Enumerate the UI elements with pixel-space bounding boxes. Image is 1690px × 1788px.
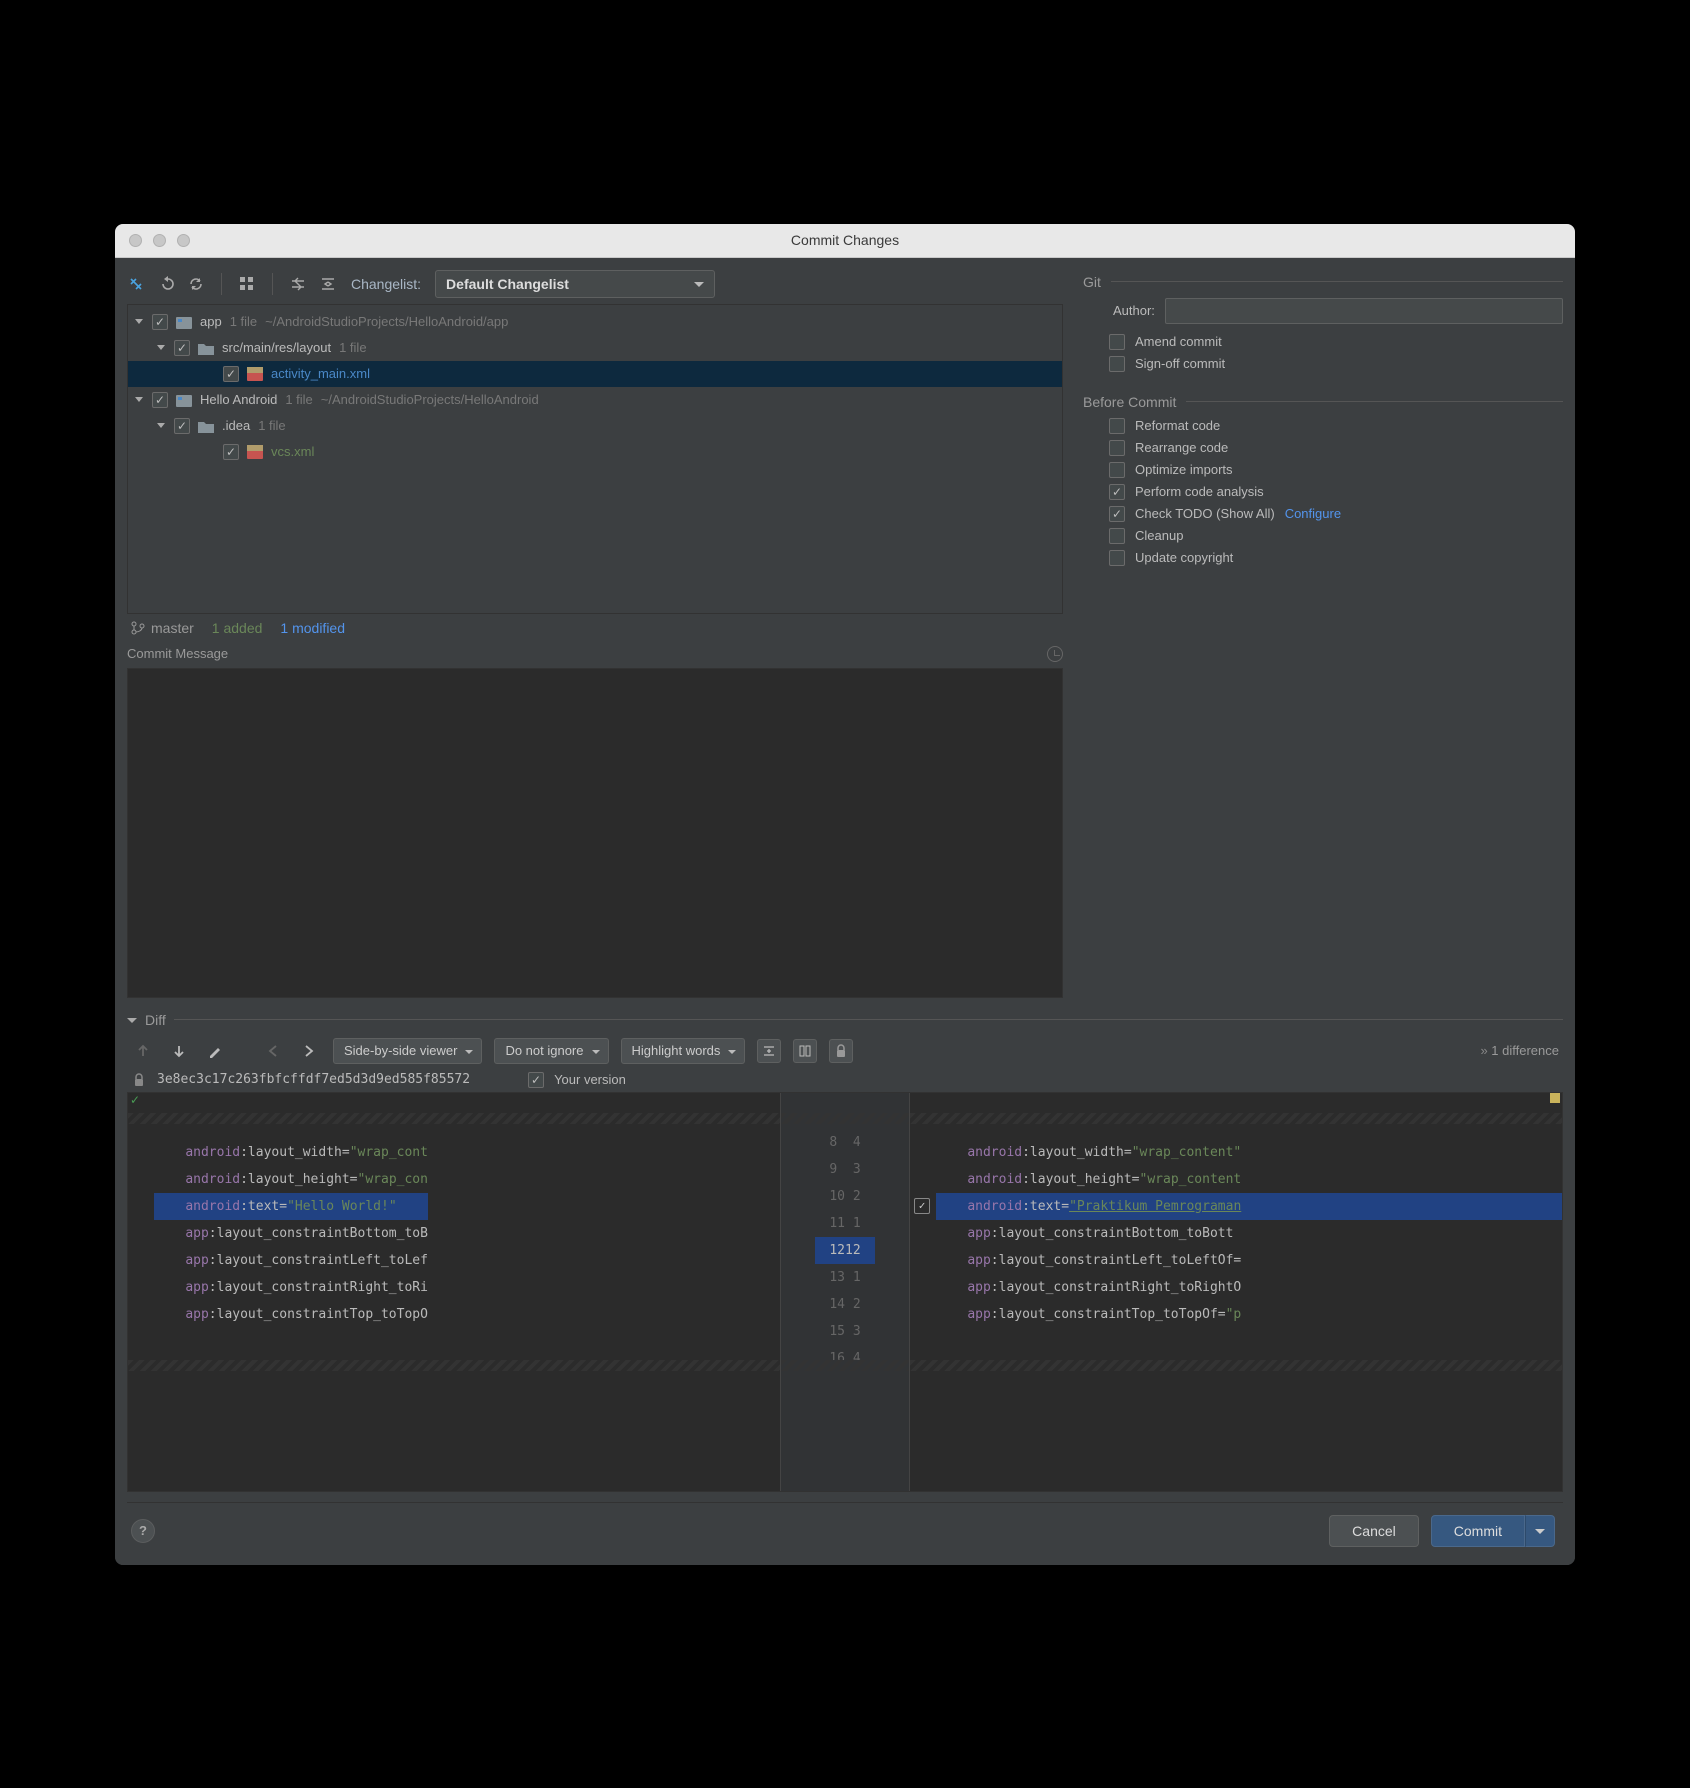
tree-node-idea[interactable]: .idea 1 file <box>128 413 1062 439</box>
tree-node-vcs[interactable]: vcs.xml <box>128 439 1062 465</box>
cancel-button[interactable]: Cancel <box>1329 1515 1419 1547</box>
prev-diff-icon[interactable] <box>131 1039 155 1063</box>
branch-indicator[interactable]: master <box>131 620 194 636</box>
checkbox[interactable] <box>152 392 168 408</box>
revert-icon[interactable] <box>157 275 175 293</box>
lock-icon[interactable] <box>829 1039 853 1063</box>
commit-dropdown-button[interactable] <box>1525 1515 1555 1547</box>
edit-icon[interactable] <box>203 1039 227 1063</box>
ignore-combo[interactable]: Do not ignore <box>494 1038 608 1064</box>
commit-message-textarea[interactable] <box>127 668 1063 998</box>
branch-status-bar: master 1 added 1 modified <box>127 614 1063 646</box>
changelist-combo[interactable]: Default Changelist <box>435 270 715 298</box>
added-count: 1 added <box>212 620 263 636</box>
back-icon[interactable] <box>261 1039 285 1063</box>
changelist-label: Changelist: <box>351 276 421 292</box>
folder-icon <box>198 419 214 433</box>
rearrange-checkbox[interactable] <box>1109 440 1125 456</box>
forward-icon[interactable] <box>297 1039 321 1063</box>
tree-node-app[interactable]: app 1 file ~/AndroidStudioProjects/Hello… <box>128 309 1062 335</box>
include-change-checkbox[interactable] <box>528 1072 544 1088</box>
refresh-icon[interactable] <box>187 275 205 293</box>
diff-count: 1 difference <box>1480 1043 1559 1058</box>
tree-node-activity-main[interactable]: activity_main.xml <box>128 361 1062 387</box>
tree-node-layout[interactable]: src/main/res/layout 1 file <box>128 335 1062 361</box>
modified-count: 1 modified <box>280 620 345 636</box>
commit-message-label: Commit Message <box>127 646 228 661</box>
checkbox[interactable] <box>223 366 239 382</box>
xml-file-icon <box>247 445 263 459</box>
next-diff-icon[interactable] <box>167 1039 191 1063</box>
readonly-lock-icon <box>133 1073 147 1087</box>
checkbox[interactable] <box>174 340 190 356</box>
diff-line-numbers: 84931021111212131142153164 <box>780 1093 910 1491</box>
module-icon <box>176 393 192 407</box>
highlight-combo[interactable]: Highlight words <box>621 1038 746 1064</box>
todo-checkbox[interactable] <box>1109 506 1125 522</box>
revision-hash: 3e8ec3c17c263fbfcffdf7ed5d3d9ed585f85572 <box>157 1072 470 1087</box>
analysis-checkbox[interactable] <box>1109 484 1125 500</box>
viewer-combo[interactable]: Side-by-side viewer <box>333 1038 482 1064</box>
git-section-label: Git <box>1083 274 1101 290</box>
checkbox[interactable] <box>174 418 190 434</box>
expand-all-icon[interactable] <box>289 275 307 293</box>
collapse-all-icon[interactable] <box>319 275 337 293</box>
diff-label: Diff <box>145 1012 166 1028</box>
changes-tree[interactable]: app 1 file ~/AndroidStudioProjects/Hello… <box>127 304 1063 614</box>
reformat-checkbox[interactable] <box>1109 418 1125 434</box>
diff-right-pane[interactable]: android:layout_width="wrap_content" andr… <box>910 1093 1562 1491</box>
window-title: Commit Changes <box>115 232 1575 248</box>
author-input[interactable] <box>1165 298 1563 324</box>
commit-toolbar: Changelist: Default Changelist <box>127 268 1063 304</box>
module-icon <box>176 315 192 329</box>
diff-toolbar: Side-by-side viewer Do not ignore Highli… <box>127 1036 1563 1072</box>
signoff-checkbox[interactable] <box>1109 356 1125 372</box>
tree-node-hello-android[interactable]: Hello Android 1 file ~/AndroidStudioProj… <box>128 387 1062 413</box>
commit-button[interactable]: Commit <box>1431 1515 1525 1547</box>
branch-icon <box>131 621 145 635</box>
group-by-icon[interactable] <box>238 275 256 293</box>
configure-link[interactable]: Configure <box>1285 506 1341 521</box>
history-icon[interactable] <box>1047 646 1063 662</box>
checkbox[interactable] <box>223 444 239 460</box>
checkbox[interactable] <box>152 314 168 330</box>
copyright-checkbox[interactable] <box>1109 550 1125 566</box>
collapse-unchanged-icon[interactable] <box>757 1039 781 1063</box>
folder-icon <box>198 341 214 355</box>
optimize-checkbox[interactable] <box>1109 462 1125 478</box>
diff-editor[interactable]: ✓ android:layout_width="wrap_cont androi… <box>127 1092 1563 1492</box>
your-version-label: Your version <box>554 1072 626 1087</box>
xml-file-icon <box>247 367 263 381</box>
amend-checkbox[interactable] <box>1109 334 1125 350</box>
diff-left-pane[interactable]: android:layout_width="wrap_cont android:… <box>128 1093 780 1491</box>
commit-changes-dialog: Commit Changes <box>115 224 1575 1565</box>
author-label: Author: <box>1113 303 1155 318</box>
cleanup-checkbox[interactable] <box>1109 528 1125 544</box>
sync-scroll-icon[interactable] <box>793 1039 817 1063</box>
diff-expander-icon[interactable] <box>127 1018 137 1028</box>
help-button[interactable]: ? <box>131 1519 155 1543</box>
titlebar[interactable]: Commit Changes <box>115 224 1575 258</box>
before-commit-label: Before Commit <box>1083 394 1176 410</box>
show-diff-icon[interactable] <box>127 275 145 293</box>
